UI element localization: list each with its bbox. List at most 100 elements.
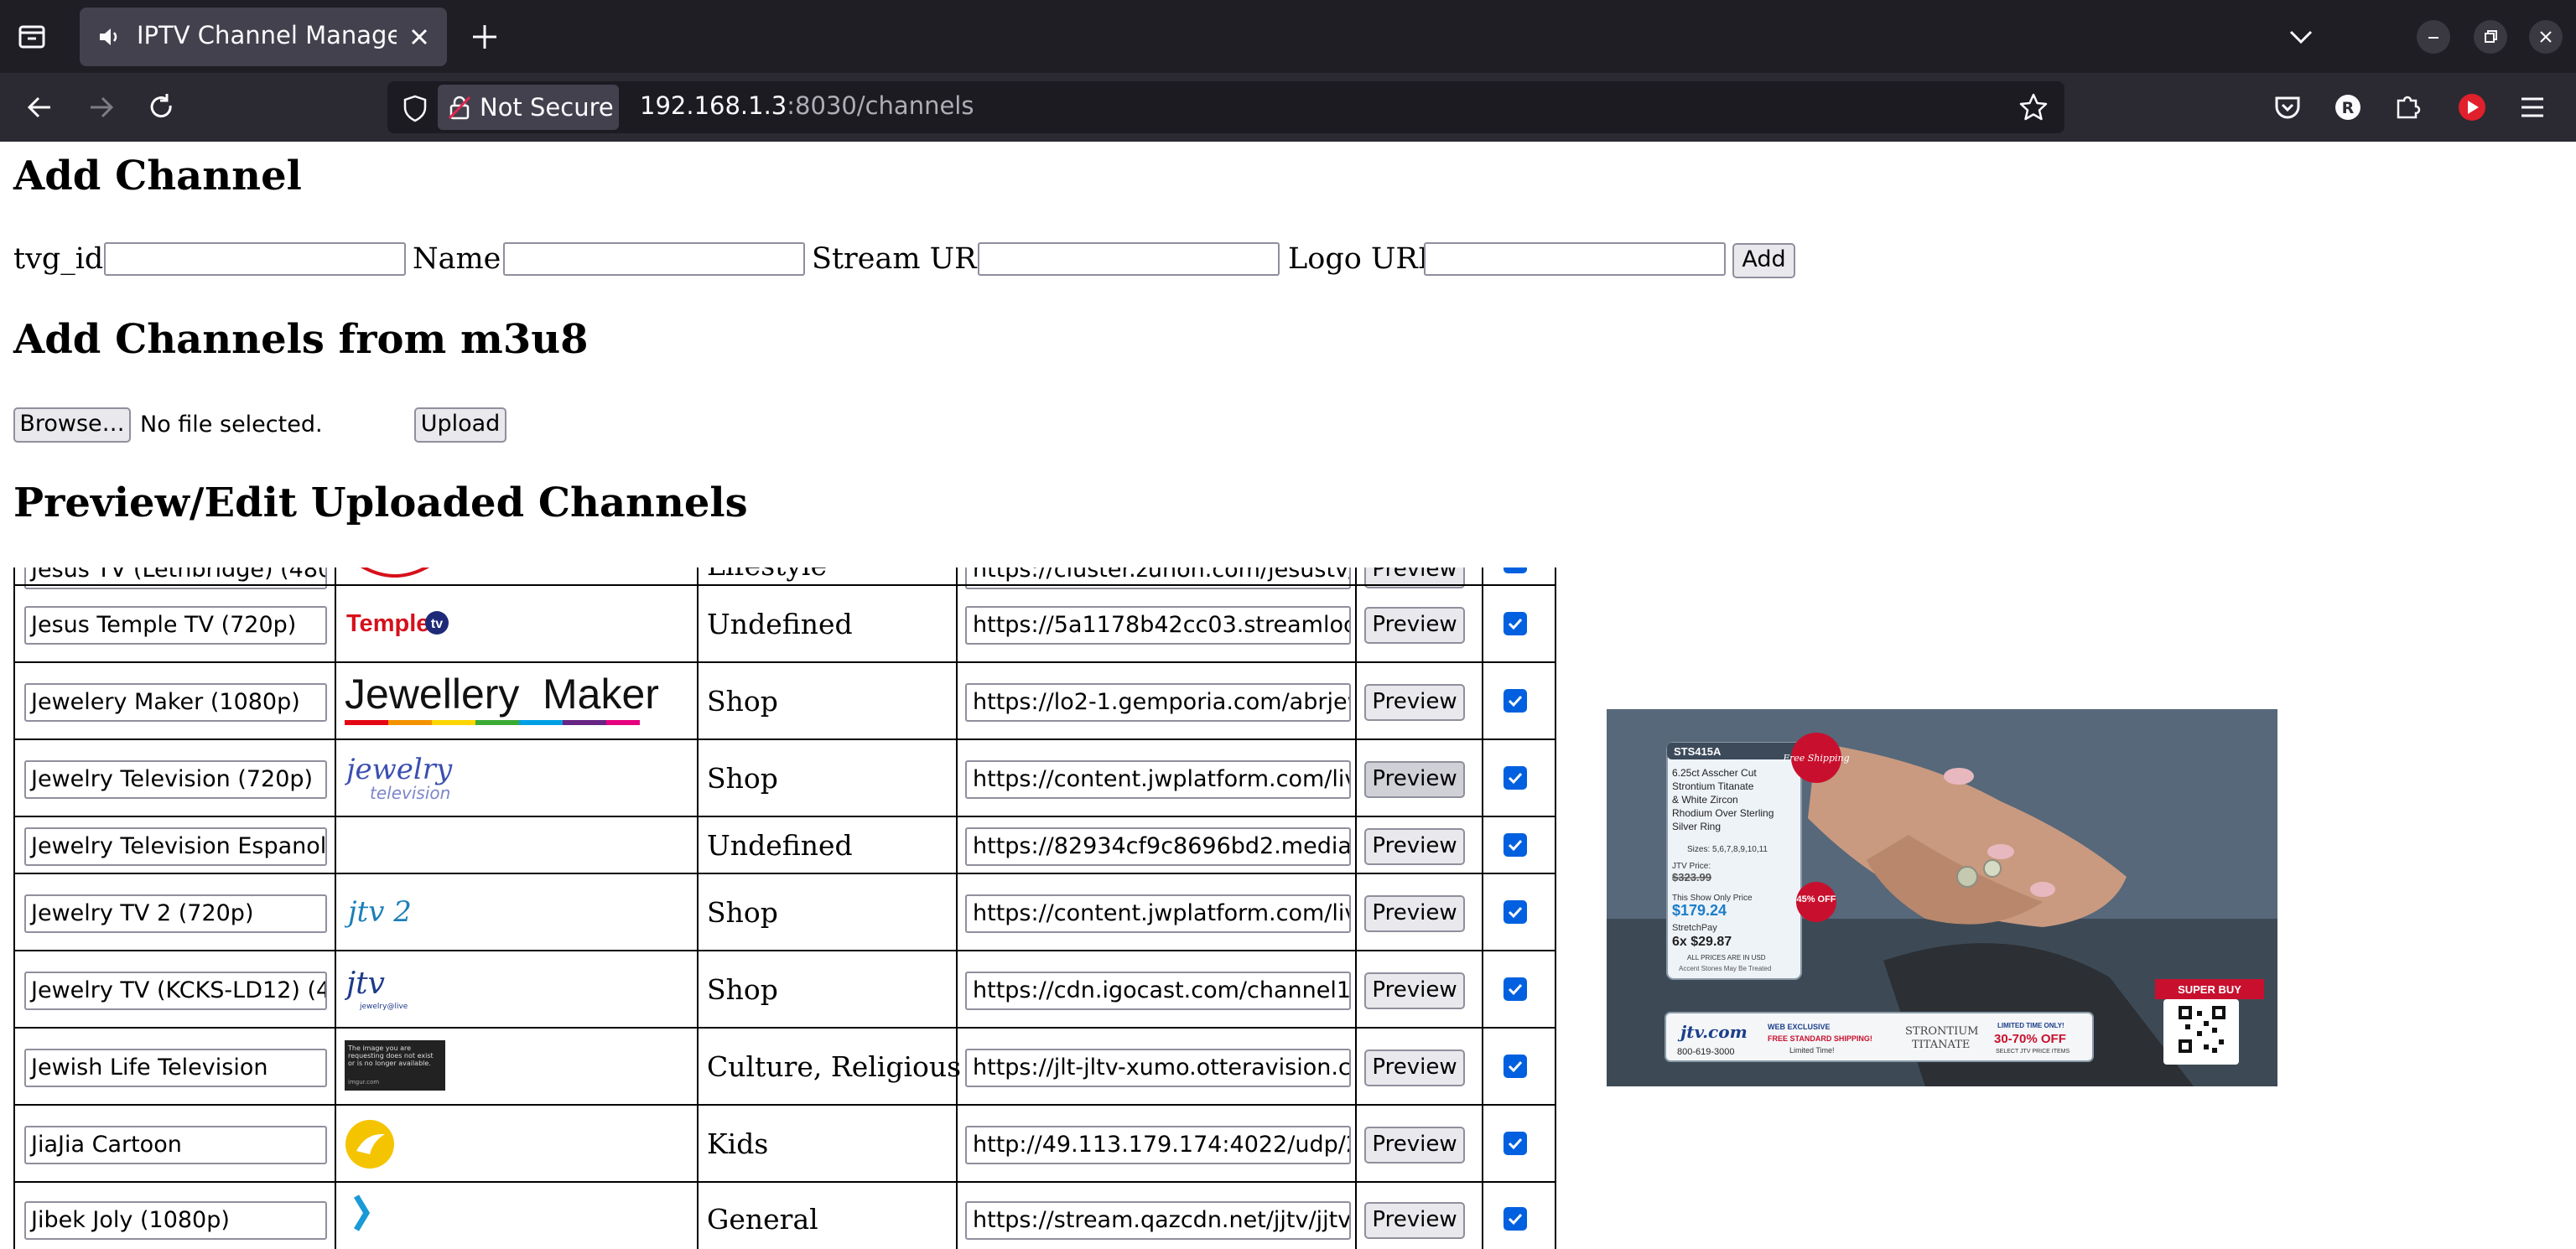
table-row: Jibek Joly (1080p) General https://strea… [13, 1181, 1556, 1249]
stream-url-field[interactable]: https://stream.qazcdn.net/jjtv/jjtv/pl [965, 1201, 1351, 1240]
include-checkbox[interactable] [1504, 1207, 1527, 1231]
include-checkbox[interactable] [1504, 900, 1527, 924]
site-security-button[interactable]: Not Secure [438, 85, 619, 130]
video-free-std-shipping: FREE STANDARD SHIPPING! [1768, 1034, 1872, 1043]
video-frame: STS415A 6.25ct Asscher Cut Strontium Tit… [1607, 709, 2277, 1086]
jewelry-television-logo: jewelry television [345, 753, 453, 803]
table-row: Jewelry TV 2 (720p) jtv 2 Shop https://c… [13, 873, 1556, 951]
tvg-id-label: tvg_id: [13, 242, 114, 276]
restore-icon[interactable] [2474, 20, 2507, 54]
preview-button[interactable]: Preview [1364, 828, 1465, 865]
include-checkbox[interactable] [1504, 833, 1527, 857]
channel-name-input[interactable]: Jewelry TV (KCKS-LD12) (480 [24, 972, 327, 1010]
stream-url-field[interactable]: https://lo2-1.gemporia.com/abrjewel [965, 683, 1351, 722]
stream-url-field[interactable]: https://content.jwplatform.com/live/ [965, 760, 1351, 799]
profile-initial: R [2342, 99, 2355, 117]
preview-button[interactable]: Preview [1364, 684, 1465, 721]
tab-iptv-channel-manager[interactable]: IPTV Channel Manager (F [80, 8, 447, 66]
placeholder-text-d: imgur.com [348, 1079, 379, 1086]
video-super-buy: SUPER BUY [2178, 983, 2241, 996]
stream-url-field[interactable]: https://82934cf9c8696bd2.mediapac [965, 827, 1351, 866]
url-text[interactable]: 192.168.1.3:8030/channels [640, 91, 974, 120]
back-arrow-icon[interactable] [22, 89, 59, 126]
jewellerymaker-logo: Jewellery Maker [345, 671, 659, 725]
include-checkbox[interactable] [1504, 1055, 1527, 1078]
include-checkbox[interactable] [1504, 612, 1527, 635]
close-tab-icon[interactable] [407, 24, 432, 49]
address-bar[interactable] [387, 81, 2064, 133]
hamburger-menu-icon[interactable] [2514, 89, 2551, 126]
video-sizes: Sizes: 5,6,7,8,9,10,11 [1687, 845, 1768, 854]
include-checkbox[interactable] [1504, 689, 1527, 713]
channel-category: Culture, Religious [707, 1050, 962, 1083]
tracking-protection-shield-icon[interactable] [400, 93, 430, 123]
stream-url-field[interactable]: https://jlt-jltv-xumo.otteravision.com [965, 1049, 1351, 1087]
channel-name-input[interactable]: Jewelry TV 2 (720p) [24, 894, 327, 933]
account-avatar[interactable]: R [2329, 89, 2366, 126]
bookmark-star-icon[interactable] [2018, 91, 2049, 123]
include-checkbox[interactable] [1504, 766, 1527, 790]
channel-name-input[interactable]: Jewelry Television Espanol (7 [24, 827, 327, 866]
channel-name-input[interactable]: JiaJia Cartoon [24, 1126, 327, 1164]
table-row: Jewelery Maker (1080p) Jewellery Maker S… [13, 661, 1556, 740]
video-strontium: STRONTIUM [1905, 1025, 1978, 1038]
channel-name-input[interactable]: Jibek Joly (1080p) [24, 1201, 327, 1240]
table-row: Jewelry Television (720p) jewelry televi… [13, 739, 1556, 817]
jiajia-yellow-logo [345, 1120, 394, 1169]
channels-table[interactable]: Jesus TV (Lethbridge) (480p) [ Lifestyle… [13, 567, 1556, 1249]
include-checkbox[interactable] [1504, 567, 1527, 573]
stream-url-field[interactable]: http://49.113.179.174:4022/udp/238 [965, 1126, 1351, 1164]
preview-button[interactable]: Preview [1364, 761, 1465, 798]
youtube-extension-icon[interactable] [2454, 89, 2490, 126]
video-desc-line: Silver Ring [1672, 821, 1721, 832]
browse-button[interactable]: Browse… [13, 407, 131, 443]
logo-url-input[interactable] [1424, 242, 1726, 276]
channel-name-input[interactable]: Jewish Life Television [24, 1049, 327, 1087]
video-discount-badge: 45% OFF [1796, 894, 1836, 904]
name-input[interactable] [503, 242, 805, 276]
add-button[interactable]: Add [1732, 243, 1795, 278]
video-stretchpay-label: StretchPay [1672, 923, 1717, 933]
channel-category: Shop [707, 685, 778, 718]
extensions-puzzle-icon[interactable] [2390, 89, 2427, 126]
jewelry-tv-logo-text-a: jewelry [345, 753, 453, 786]
channel-name-input[interactable]: Jewelery Maker (1080p) [24, 683, 327, 722]
reload-icon[interactable] [143, 89, 179, 126]
list-all-tabs-icon[interactable] [15, 22, 52, 52]
preview-button[interactable]: Preview [1364, 1049, 1465, 1086]
video-usd-note: ALL PRICES ARE IN USD [1687, 954, 1766, 961]
close-window-icon[interactable] [2529, 20, 2563, 54]
qr-code-icon [2177, 1004, 2227, 1055]
video-jtv-price: $323.99 [1672, 871, 1711, 884]
video-preview-player[interactable]: STS415A 6.25ct Asscher Cut Strontium Tit… [1607, 709, 2277, 1086]
include-checkbox[interactable] [1504, 1132, 1527, 1155]
video-desc-line: & White Zircon [1672, 794, 1738, 806]
preview-button[interactable]: Preview [1364, 1127, 1465, 1163]
tvg-id-input[interactable] [104, 242, 406, 276]
speaker-icon[interactable] [98, 26, 123, 48]
stream-url-field[interactable]: https://content.jwplatform.com/live/ [965, 894, 1351, 933]
forward-arrow-icon[interactable] [82, 89, 119, 126]
video-stretchpay: 6x $29.87 [1672, 935, 1732, 949]
chevron-down-icon[interactable] [2284, 22, 2318, 52]
channel-name-input[interactable]: Jewelry Television (720p) [24, 760, 327, 799]
jtv-logo-subtext: jewelry@live [359, 1003, 408, 1011]
preview-button[interactable]: Preview [1364, 972, 1465, 1009]
preview-button[interactable]: Preview [1364, 607, 1465, 644]
channel-category: General [707, 1203, 818, 1236]
not-secure-label: Not Secure [480, 93, 614, 122]
stream-url-field[interactable]: https://cdn.igocast.com/channel12_h [965, 972, 1351, 1010]
pocket-icon[interactable] [2269, 89, 2306, 126]
video-titanate: TITANATE [1912, 1039, 1970, 1051]
stream-url-input[interactable] [978, 242, 1280, 276]
new-tab-icon[interactable] [468, 20, 501, 54]
stream-url-field[interactable]: https://5a1178b42cc03.streamlock.n [965, 606, 1351, 645]
jibek-joly-logo [353, 1195, 371, 1231]
preview-button[interactable]: Preview [1364, 895, 1465, 932]
upload-button[interactable]: Upload [414, 407, 506, 443]
preview-button[interactable]: Preview [1364, 1202, 1465, 1239]
include-checkbox[interactable] [1504, 977, 1527, 1001]
channel-name-input[interactable]: Jesus Temple TV (720p) [24, 606, 327, 645]
table-row: Jesus Temple TV (720p) Temple tv Undefin… [13, 584, 1556, 663]
minimize-icon[interactable] [2417, 20, 2450, 54]
